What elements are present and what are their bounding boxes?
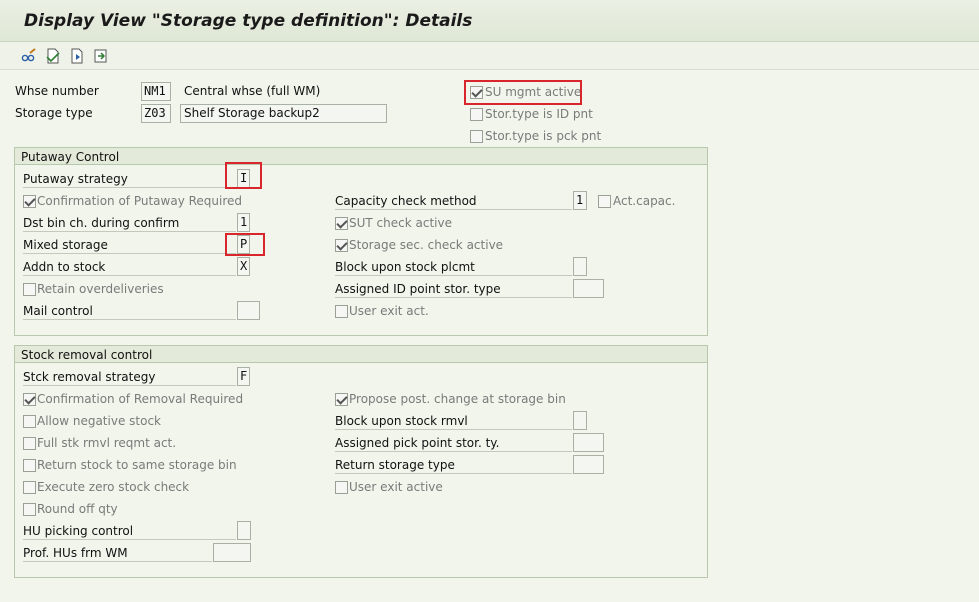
storage-sec-check-label: Storage sec. check active [349, 238, 504, 252]
stor-type-id-pnt-checkbox[interactable] [470, 108, 483, 121]
whse-number-description: Central whse (full WM) [184, 84, 321, 98]
allow-negative-stock-label: Allow negative stock [37, 414, 161, 428]
stor-type-pck-pnt-checkbox[interactable] [470, 130, 483, 143]
highlight-putaway-strategy [225, 162, 262, 189]
assigned-pick-point-label: Assigned pick point stor. ty. [335, 435, 572, 452]
confirmation-putaway-label: Confirmation of Putaway Required [37, 194, 243, 208]
prof-hus-label: Prof. HUs frm WM [23, 545, 212, 562]
highlight-su-mgmt [464, 80, 582, 105]
page-title: Display View "Storage type definition": … [24, 11, 473, 31]
storage-type-description-field[interactable]: Shelf Storage backup2 [180, 104, 387, 123]
round-off-qty-label: Round off qty [37, 502, 118, 516]
round-off-qty-checkbox[interactable] [23, 503, 36, 516]
storage-sec-check-checkbox[interactable] [335, 239, 348, 252]
user-exit-act-label: User exit act. [349, 304, 429, 318]
block-upon-rmvl-label: Block upon stock rmvl [335, 413, 572, 430]
stock-removal-title: Stock removal control [21, 348, 153, 362]
storage-type-label: Storage type [15, 106, 93, 120]
user-exit-active-checkbox[interactable] [335, 481, 348, 494]
next-entry-icon[interactable] [68, 47, 86, 65]
full-stk-rmvl-label: Full stk rmvl reqmt act. [37, 436, 177, 450]
act-capac-checkbox[interactable] [598, 195, 611, 208]
mail-control-label: Mail control [23, 303, 236, 320]
stock-removal-header: Stock removal control [15, 346, 707, 363]
sut-check-checkbox[interactable] [335, 217, 348, 230]
hu-picking-control-field[interactable] [237, 521, 251, 540]
dst-bin-field[interactable]: 1 [237, 213, 250, 232]
user-exit-act-checkbox[interactable] [335, 305, 348, 318]
mail-control-field[interactable] [237, 301, 260, 320]
export-icon[interactable] [92, 47, 110, 65]
confirmation-removal-checkbox[interactable] [23, 393, 36, 406]
assigned-id-point-field[interactable] [573, 279, 604, 298]
whse-number-field[interactable]: NM1 [141, 82, 171, 101]
highlight-mixed-storage [225, 233, 265, 256]
whse-number-label: Whse number [15, 84, 99, 98]
return-same-bin-checkbox[interactable] [23, 459, 36, 472]
user-exit-active-label: User exit active [349, 480, 443, 494]
retain-overdeliveries-label: Retain overdeliveries [37, 282, 164, 296]
capacity-check-method-field[interactable]: 1 [573, 191, 587, 210]
dst-bin-label: Dst bin ch. during confirm [23, 215, 236, 232]
stck-removal-strategy-label: Stck removal strategy [23, 369, 236, 386]
stor-type-pck-pnt-label: Stor.type is pck pnt [485, 129, 602, 143]
zero-stock-check-checkbox[interactable] [23, 481, 36, 494]
allow-negative-stock-checkbox[interactable] [23, 415, 36, 428]
hu-picking-control-label: HU picking control [23, 523, 236, 540]
assigned-id-point-label: Assigned ID point stor. type [335, 281, 572, 298]
sut-check-label: SUT check active [349, 216, 452, 230]
new-entries-icon[interactable] [44, 47, 62, 65]
stck-removal-strategy-field[interactable]: F [237, 367, 250, 386]
title-bar: Display View "Storage type definition": … [0, 0, 979, 42]
stor-type-id-pnt-label: Stor.type is ID pnt [485, 107, 593, 121]
full-stk-rmvl-checkbox[interactable] [23, 437, 36, 450]
block-upon-plcmt-label: Block upon stock plcmt [335, 259, 572, 276]
assigned-pick-point-field[interactable] [573, 433, 604, 452]
mixed-storage-label: Mixed storage [23, 237, 236, 254]
block-upon-plcmt-field[interactable] [573, 257, 587, 276]
storage-type-field[interactable]: Z03 [141, 104, 171, 123]
prof-hus-field[interactable] [213, 543, 251, 562]
propose-post-change-label: Propose post. change at storage bin [349, 392, 566, 406]
putaway-strategy-label: Putaway strategy [23, 171, 236, 188]
confirmation-putaway-checkbox[interactable] [23, 195, 36, 208]
addn-to-stock-label: Addn to stock [23, 259, 236, 276]
zero-stock-check-label: Execute zero stock check [37, 480, 190, 494]
return-storage-type-field[interactable] [573, 455, 604, 474]
application-toolbar [0, 42, 979, 70]
confirmation-removal-label: Confirmation of Removal Required [37, 392, 244, 406]
block-upon-rmvl-field[interactable] [573, 411, 587, 430]
return-same-bin-label: Return stock to same storage bin [37, 458, 237, 472]
putaway-control-header: Putaway Control [15, 148, 707, 165]
putaway-control-title: Putaway Control [21, 150, 120, 164]
addn-to-stock-field[interactable]: X [237, 257, 250, 276]
propose-post-change-checkbox[interactable] [335, 393, 348, 406]
act-capac-label: Act.capac. [613, 194, 676, 208]
retain-overdeliveries-checkbox[interactable] [23, 283, 36, 296]
capacity-check-method-label: Capacity check method [335, 193, 572, 210]
return-storage-type-label: Return storage type [335, 457, 572, 474]
glasses-pencil-icon[interactable] [20, 47, 38, 65]
